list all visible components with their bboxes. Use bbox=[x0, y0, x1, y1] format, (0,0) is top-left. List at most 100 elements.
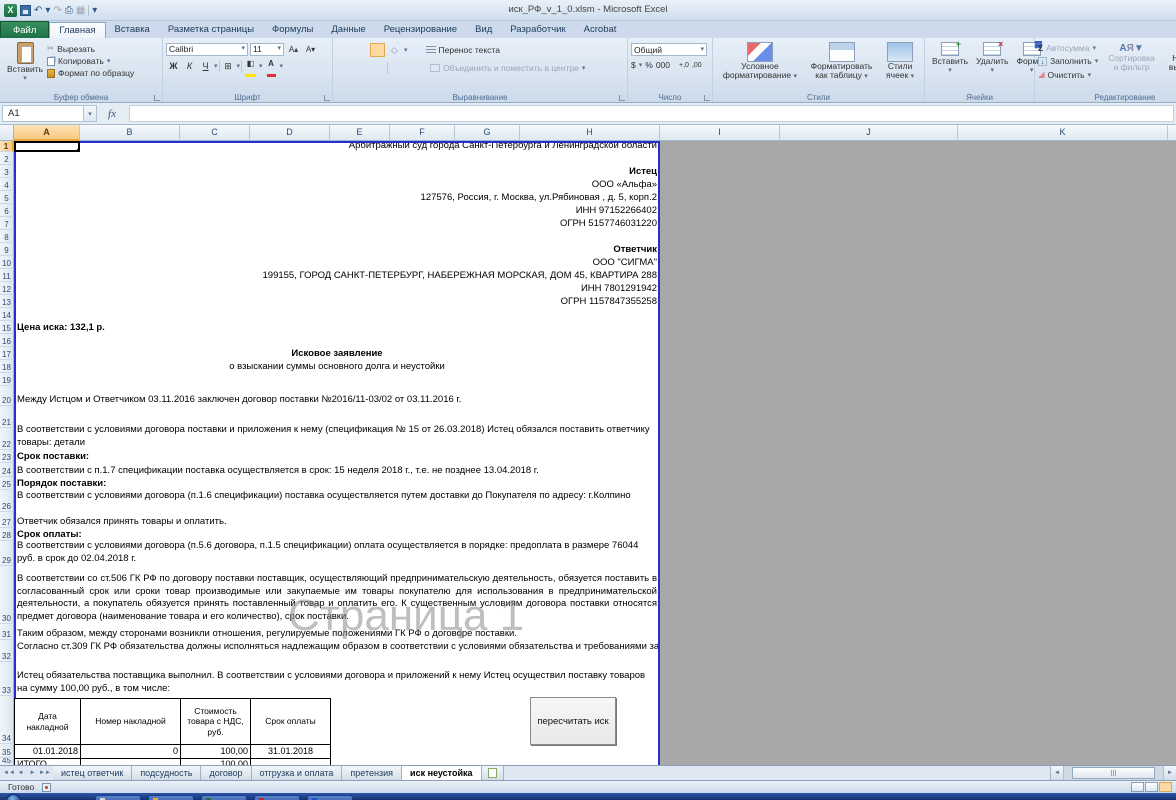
first-sheet-icon[interactable]: ◄◄ bbox=[3, 770, 15, 776]
align-left-icon[interactable] bbox=[336, 61, 351, 75]
tab-Рецензирование[interactable]: Рецензирование bbox=[375, 22, 466, 38]
copy-button[interactable]: Копировать ▾ bbox=[47, 56, 134, 66]
tab-Данные[interactable]: Данные bbox=[322, 22, 374, 38]
underline-dropdown-icon[interactable]: ▾ bbox=[214, 62, 218, 70]
currency-dropdown-icon[interactable]: ▾ bbox=[639, 61, 643, 69]
row-header-1[interactable]: 1 bbox=[0, 141, 14, 152]
conditional-formatting-button[interactable]: Условное форматирование ▾ bbox=[719, 41, 801, 90]
row-header-33[interactable]: 33 bbox=[0, 662, 14, 696]
select-all-corner[interactable] bbox=[0, 125, 14, 141]
insert-worksheet-tab[interactable] bbox=[481, 766, 504, 780]
align-bottom-icon[interactable] bbox=[370, 43, 385, 57]
row-header-10[interactable]: 10 bbox=[0, 256, 14, 269]
sort-filter-button[interactable]: АЯ▼ Сортировка и фильтр bbox=[1104, 41, 1159, 90]
scroll-right-icon[interactable]: ► bbox=[1163, 766, 1176, 780]
row-header-17[interactable]: 17 bbox=[0, 347, 14, 360]
sheet-tab-отгрузка и оплата[interactable]: отгрузка и оплата bbox=[251, 766, 343, 780]
tab-Вид[interactable]: Вид bbox=[466, 22, 501, 38]
increase-indent-icon[interactable] bbox=[407, 61, 422, 75]
row-header-29[interactable]: 29 bbox=[0, 541, 14, 566]
row-header-7[interactable]: 7 bbox=[0, 217, 14, 230]
borders-button[interactable]: ⊞ bbox=[221, 59, 236, 73]
paste-button[interactable]: Вставить ▾ bbox=[3, 41, 47, 90]
last-sheet-icon[interactable]: ►► bbox=[39, 770, 51, 776]
next-sheet-icon[interactable]: ► bbox=[27, 770, 38, 776]
align-right-icon[interactable] bbox=[370, 61, 385, 75]
horizontal-scrollbar[interactable]: ◄ ► bbox=[1050, 766, 1176, 780]
decrease-indent-icon[interactable] bbox=[390, 61, 405, 75]
font-dialog-launcher-icon[interactable] bbox=[324, 95, 330, 101]
tab-Формулы[interactable]: Формулы bbox=[263, 22, 322, 38]
sheet-tab-договор[interactable]: договор bbox=[201, 766, 252, 780]
fx-icon[interactable]: fx bbox=[97, 103, 127, 124]
row-header-26[interactable]: 26 bbox=[0, 490, 14, 512]
format-painter-button[interactable]: Формат по образцу bbox=[47, 68, 134, 78]
row-header-20[interactable]: 20 bbox=[0, 386, 14, 406]
row-header-4[interactable]: 4 bbox=[0, 178, 14, 191]
sheet-tab-претензия[interactable]: претензия bbox=[342, 766, 403, 780]
macro-record-icon[interactable] bbox=[42, 782, 52, 792]
tab-Главная[interactable]: Главная bbox=[49, 22, 106, 38]
format-as-table-button[interactable]: Форматировать как таблицу ▾ bbox=[807, 41, 877, 90]
column-header-B[interactable]: B bbox=[80, 125, 180, 141]
taskbar-button[interactable] bbox=[148, 795, 194, 800]
fill-color-button[interactable]: ◧ bbox=[243, 59, 258, 77]
row-header-21[interactable]: 21 bbox=[0, 406, 14, 428]
currency-button[interactable]: $ bbox=[631, 60, 636, 70]
column-header-E[interactable]: E bbox=[330, 125, 390, 141]
align-center-icon[interactable] bbox=[353, 61, 368, 75]
column-header-F[interactable]: F bbox=[390, 125, 455, 141]
row-header-13[interactable]: 13 bbox=[0, 295, 14, 308]
wrap-text-button[interactable]: Перенос текста bbox=[425, 45, 500, 55]
clipboard-dialog-launcher-icon[interactable] bbox=[154, 95, 160, 101]
column-header-J[interactable]: J bbox=[780, 125, 958, 141]
scrollbar-track[interactable] bbox=[1064, 766, 1163, 780]
italic-button[interactable]: К bbox=[182, 59, 197, 73]
row-header-15[interactable]: 15 bbox=[0, 321, 14, 334]
number-dialog-launcher-icon[interactable] bbox=[704, 95, 710, 101]
name-box[interactable]: A1 bbox=[2, 105, 84, 122]
decrease-decimal-button[interactable]: ,00 bbox=[692, 62, 702, 69]
font-name-select[interactable]: Calibri ▾ bbox=[166, 42, 248, 56]
row-header-3[interactable]: 3 bbox=[0, 165, 14, 178]
page-layout-view-icon[interactable] bbox=[1145, 782, 1158, 792]
percent-button[interactable]: % bbox=[645, 60, 653, 70]
column-header-partial[interactable] bbox=[1168, 125, 1176, 141]
taskbar-button[interactable] bbox=[307, 795, 353, 800]
column-header-A[interactable]: A bbox=[14, 125, 80, 141]
orientation-dropdown-icon[interactable]: ▾ bbox=[404, 46, 408, 54]
bold-button[interactable]: Ж bbox=[166, 59, 181, 73]
row-header-19[interactable]: 19 bbox=[0, 373, 14, 386]
print-preview-icon[interactable]: ⎙ bbox=[65, 4, 73, 17]
shrink-font-button[interactable]: A▾ bbox=[303, 42, 318, 56]
excel-logo-icon[interactable]: X bbox=[4, 3, 17, 17]
row-header-23[interactable]: 23 bbox=[0, 450, 14, 463]
save-icon[interactable] bbox=[20, 4, 31, 16]
tab-file[interactable]: Файл bbox=[0, 21, 50, 38]
column-header-K[interactable]: K bbox=[958, 125, 1168, 141]
autosum-button[interactable]: Σ Автосумма ▾ bbox=[1038, 43, 1098, 53]
row-header-34[interactable]: 34 bbox=[0, 696, 14, 744]
row-header-24[interactable]: 24 bbox=[0, 463, 14, 477]
undo-dropdown-icon[interactable]: ▾ bbox=[45, 4, 50, 17]
start-button[interactable] bbox=[6, 794, 21, 800]
recalculate-claim-button[interactable]: пересчитать иск bbox=[530, 697, 616, 745]
row-header-9[interactable]: 9 bbox=[0, 243, 14, 256]
scroll-left-icon[interactable]: ◄ bbox=[1051, 766, 1064, 780]
row-header-22[interactable]: 22 bbox=[0, 428, 14, 450]
sheet-tab-подсудность[interactable]: подсудность bbox=[132, 766, 202, 780]
column-header-I[interactable]: I bbox=[660, 125, 780, 141]
page-break-view-icon[interactable] bbox=[1159, 782, 1172, 792]
redo-icon[interactable]: ↷ bbox=[53, 4, 61, 17]
row-header-2[interactable]: 2 bbox=[0, 152, 14, 165]
underline-button[interactable]: Ч bbox=[198, 59, 213, 73]
taskbar-button[interactable] bbox=[254, 795, 300, 800]
tab-Разметка страницы[interactable]: Разметка страницы bbox=[159, 22, 263, 38]
align-top-icon[interactable] bbox=[336, 43, 351, 57]
row-header-18[interactable]: 18 bbox=[0, 360, 14, 373]
column-header-G[interactable]: G bbox=[455, 125, 520, 141]
column-header-C[interactable]: C bbox=[180, 125, 250, 141]
row-header-5[interactable]: 5 bbox=[0, 191, 14, 204]
worksheet-grid[interactable]: 1 Арбитражный суд города Санкт-Петербурга… bbox=[0, 141, 1176, 765]
row-header-30[interactable]: 30 bbox=[0, 566, 14, 624]
